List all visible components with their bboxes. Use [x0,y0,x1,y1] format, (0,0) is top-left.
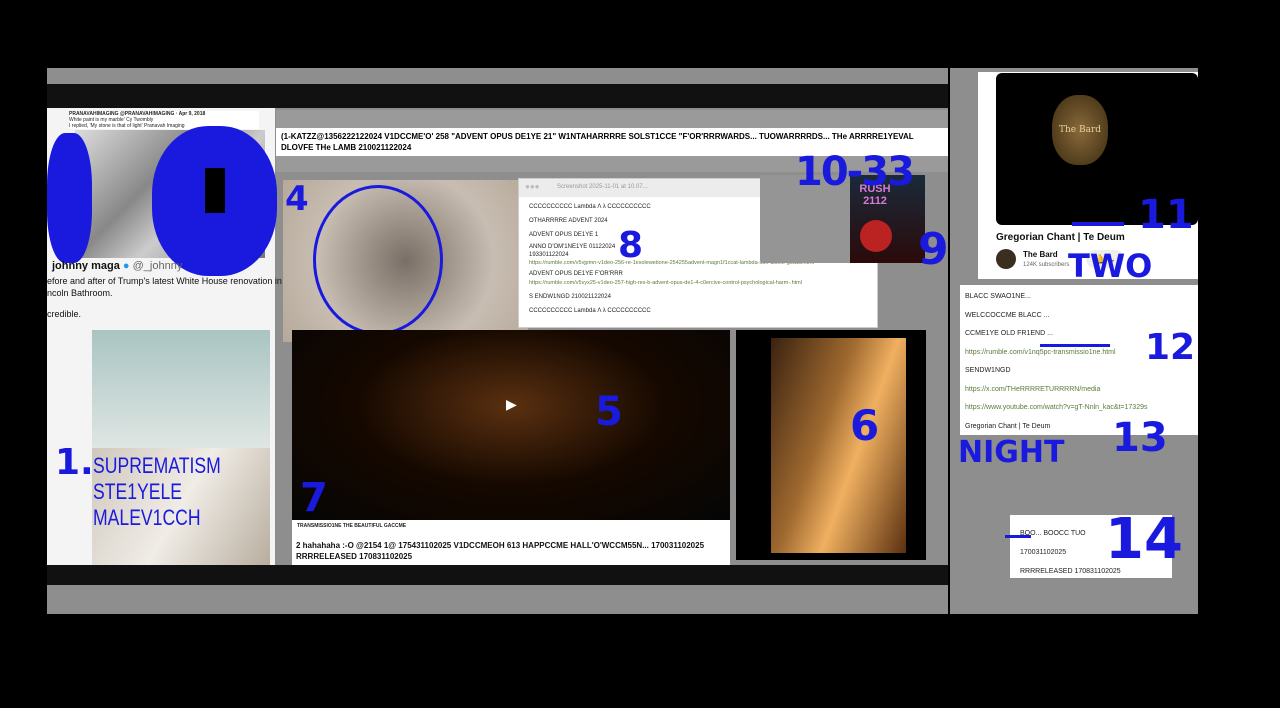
annotation-13: 13 [1112,415,1168,461]
candle-image [283,180,528,342]
play-icon[interactable]: ▶ [506,396,517,413]
video-caption: TRANSMISSIO1NE THE BEAUTIFUL GACCME 2 ha… [292,520,730,565]
annotation-7: 7 [300,475,328,521]
annotation-4: 4 [285,179,309,219]
vase-image [205,168,225,213]
channel-avatar[interactable] [996,249,1016,269]
caption-small: TRANSMISSIO1NE THE BEAUTIFUL GACCME [297,523,407,529]
annotation-6: 6 [850,401,880,450]
lights-image [736,330,926,560]
doc-line: CCCCCCCCCC Lambda Λ λ CCCCCCCCCC [529,308,651,314]
doc-line: S ENDW1NGD 210021122024 [529,294,611,300]
annotation-11: 11 [1138,192,1194,238]
annotation-14: 14 [1105,507,1183,572]
overlay-text: STE1YELE [93,479,183,504]
underline-stroke [1040,344,1110,347]
note-link[interactable]: https://x.com/THeRRRRETURRRRN/media [965,386,1193,404]
tweet-handle: @_johnny [132,260,183,272]
annotation-10-33: 10-33 [795,149,915,195]
window-title: Screenshot 2025-11-01 at 10.07... [557,184,648,190]
tweet-author[interactable]: johnny maga [52,260,120,272]
underline-stroke [1072,222,1124,226]
caption-line2: RRRRELEASED 170831102025 [296,552,413,561]
annotation-1: 1. [55,442,94,483]
window-controls-icon[interactable]: ●●● [525,182,540,191]
top-strip [47,84,948,108]
bathroom-before-image [92,330,270,448]
annotation-night: NIGHT [958,435,1065,470]
overlay-text: MALEV1CCH [93,505,201,530]
subscriber-count: 124K subscribers [1023,262,1070,268]
left-tweet-panel: PRANAVAHIMAGING @PRANAVAHIMAGING · Apr 9… [47,108,282,565]
tweet-text-1: efore and after of Trump's latest White … [47,276,282,286]
overlay-text: SUPREMATISM [93,453,221,478]
note-line: SENDW1NGD [965,367,1011,374]
caption-line1: 2 hahahaha :-O @2154 1@ 175431102025 V1D… [296,541,705,550]
doc-line: ADVENT OPUS DE1YE F'OR'RRR [529,271,623,277]
annotation-8: 8 [618,225,644,266]
doc-link[interactable]: https://rumble.com/v5vyx25-v1deo-257-hig… [529,278,814,288]
annotation-two: TWO [1068,247,1153,285]
video-player[interactable]: ▶ [292,330,730,520]
tweet-text-3: credible. [47,309,82,319]
video-title[interactable]: Gregorian Chant | Te Deum [996,232,1125,243]
bard-logo: The Bard [1052,95,1108,165]
bottom-strip [47,565,948,585]
underline-stroke [1005,535,1031,538]
annotation-12: 12 [1145,327,1196,368]
verified-icon: ● [122,260,130,272]
note-line: BLACC SWAO1NE... [965,293,1031,300]
channel-name[interactable]: The Bard [1023,250,1058,259]
annotation-9: 9 [918,224,949,275]
annotation-5: 5 [595,389,623,435]
tweet-text-2: ncoln Bathroom. [47,288,113,298]
